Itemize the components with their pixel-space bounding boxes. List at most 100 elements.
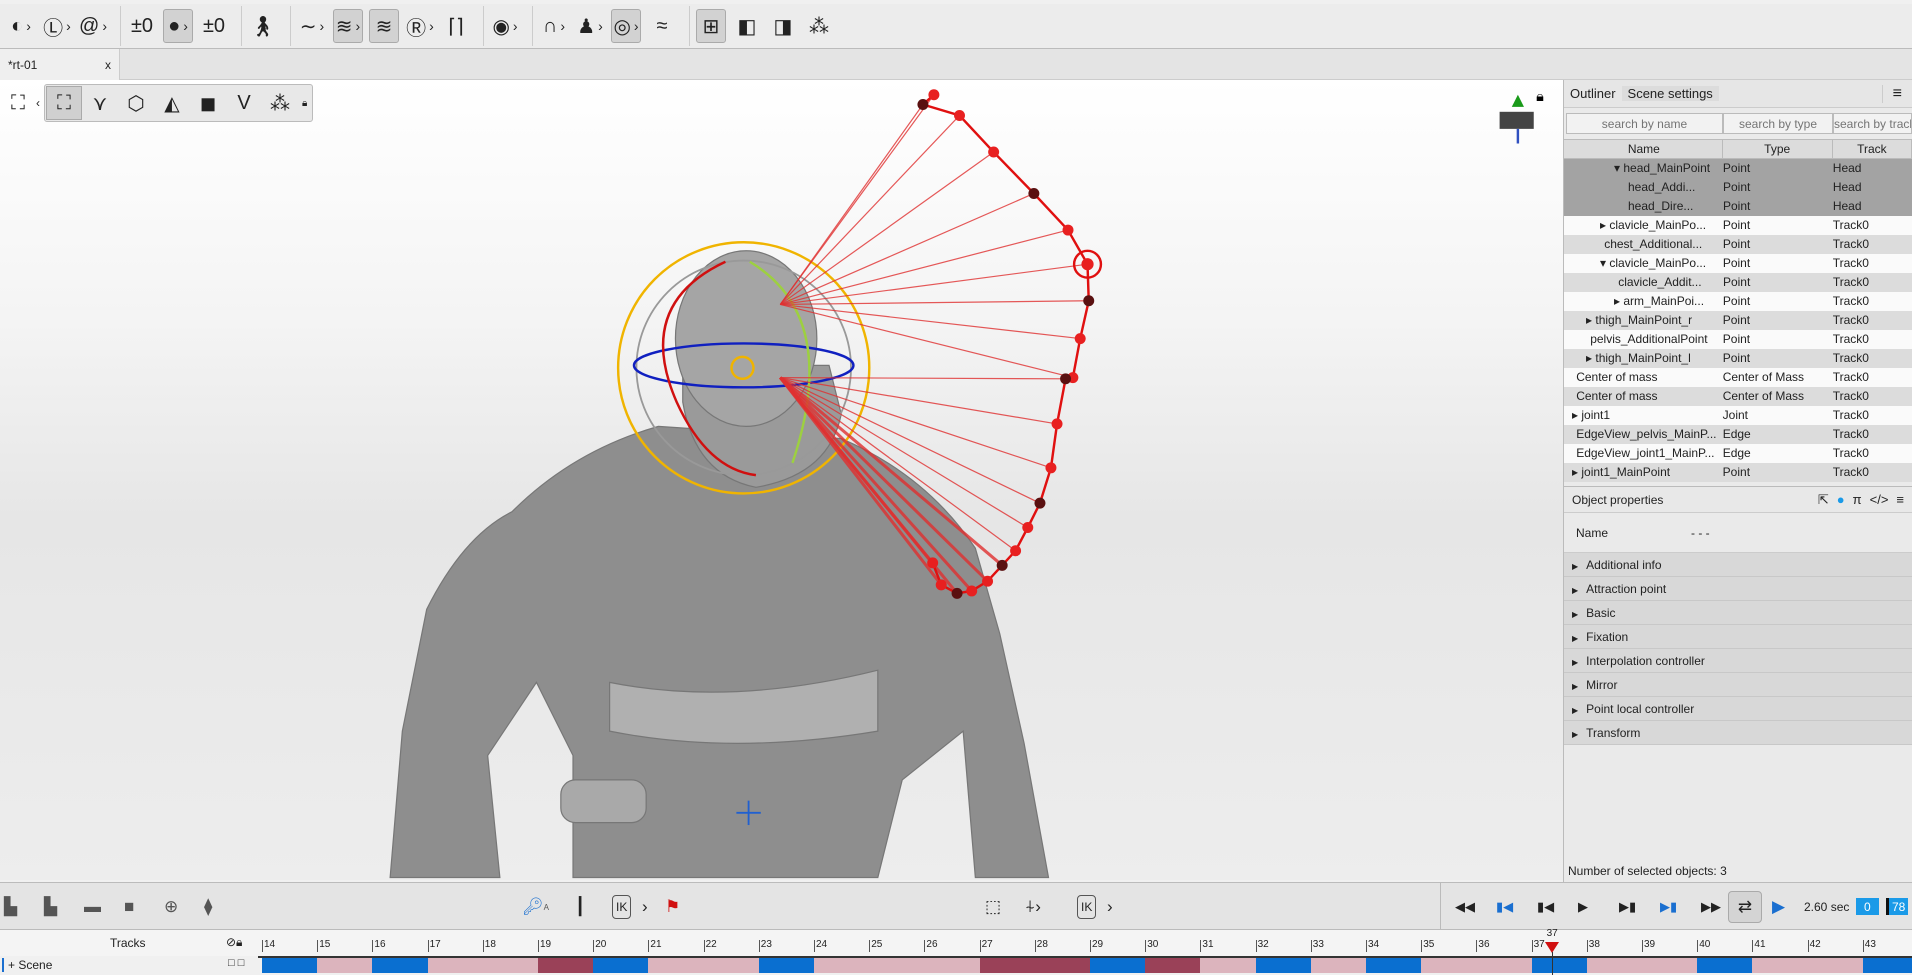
search-by-type-input[interactable] — [1723, 113, 1833, 134]
section-transform[interactable]: ▶ Transform — [1564, 721, 1912, 745]
wave-pen-button[interactable]: ≋ — [369, 9, 399, 43]
v-icon[interactable]: V — [226, 86, 262, 120]
keyframe-segment[interactable] — [1310, 958, 1366, 973]
keyframe-segment[interactable] — [1586, 958, 1642, 973]
close-icon[interactable]: x — [105, 58, 111, 72]
ik-button-2[interactable]: IK — [1077, 895, 1097, 919]
lock-icon[interactable]: 🔒︎ — [298, 98, 311, 109]
keyframe-segment[interactable] — [1255, 958, 1311, 973]
column-track[interactable]: Track — [1833, 140, 1912, 158]
keyframe-segment[interactable] — [1090, 958, 1146, 973]
scene-track-label[interactable]: + Scene — [2, 958, 52, 972]
keyframe-segment[interactable] — [1200, 958, 1256, 973]
keyframe-segment[interactable] — [1034, 958, 1090, 973]
globe-button[interactable]: ◐ › — [6, 9, 36, 43]
keyframe-segment[interactable] — [1476, 958, 1532, 973]
outliner-row[interactable]: ▸ joint1 Joint Track0 — [1564, 406, 1912, 425]
add-icon[interactable]: ⇱ — [1818, 492, 1829, 508]
keyframe-segment[interactable] — [1366, 958, 1422, 973]
outliner-row[interactable]: ▾ head_MainPoint Point Head — [1564, 159, 1912, 178]
keyframe-segment[interactable] — [538, 958, 594, 973]
column-name[interactable]: Name — [1566, 140, 1723, 158]
chevron-right-icon[interactable]: › — [183, 18, 188, 34]
nodes-p-button[interactable]: ⁂ — [804, 9, 834, 43]
play-icon[interactable]: ▶ — [1578, 895, 1588, 919]
prev-frame-icon[interactable]: ▮◀ — [1537, 895, 1554, 919]
chevron-right-icon[interactable]: › — [634, 18, 639, 34]
outliner-row[interactable]: ▸ clavicle_MainPo... Point Track0 — [1564, 216, 1912, 235]
ik-button[interactable]: IK — [612, 895, 632, 919]
keyframe-segment[interactable] — [593, 958, 649, 973]
curve-tool-icon[interactable]: ⍭› — [1025, 895, 1041, 919]
cube-edge-icon[interactable]: ◭ — [154, 86, 190, 120]
outliner-row[interactable]: ▸ joint1_MainPoint Point Track0 — [1564, 463, 1912, 482]
chevron-left-icon[interactable]: ‹ — [36, 96, 40, 110]
tab-scene-settings[interactable]: Scene settings — [1621, 86, 1719, 101]
local-L-button[interactable]: Ⓛ › — [42, 9, 72, 43]
next-frame-icon[interactable]: ▶▮ — [1619, 895, 1636, 919]
curve-button[interactable]: ∼ › — [297, 9, 327, 43]
fast-forward-icon[interactable]: ▶▶ — [1701, 895, 1721, 919]
arc-add-button[interactable]: ∩ › — [539, 9, 569, 43]
person-button[interactable]: 🚶︎ — [248, 9, 278, 43]
wave-button[interactable]: ≈ — [647, 9, 677, 43]
keyframe-segment[interactable] — [1697, 958, 1753, 973]
menu-icon[interactable]: ≡ — [1881, 84, 1912, 103]
keyframe-segment[interactable] — [427, 958, 483, 973]
search-by-track-input[interactable] — [1833, 113, 1912, 134]
key-icon[interactable]: 🔑︎ A — [522, 895, 549, 919]
chevron-right-icon[interactable]: › — [320, 18, 325, 34]
track-split-icon[interactable]: ⧫ — [204, 895, 212, 919]
keyframe-segment[interactable] — [482, 958, 538, 973]
section-mirror[interactable]: ▶ Mirror — [1564, 673, 1912, 697]
section-attraction-point[interactable]: ▶ Attraction point — [1564, 577, 1912, 601]
chevron-right-icon[interactable]: › — [102, 18, 107, 34]
outliner-row[interactable]: ▸ thigh_MainPoint_l Point Track0 — [1564, 349, 1912, 368]
section-additional-info[interactable]: ▶ Additional info — [1564, 553, 1912, 577]
track-checkboxes[interactable]: □ □ — [228, 957, 244, 969]
chevron-right-icon[interactable]: › — [513, 18, 518, 34]
chevron-right-icon[interactable]: › — [26, 18, 31, 34]
range-end[interactable]: 78 — [1886, 898, 1909, 915]
search-by-name-input[interactable] — [1566, 113, 1723, 134]
last-key-icon[interactable]: ▶▮ — [1660, 895, 1677, 919]
split-key-icon[interactable]: ┃ — [575, 895, 585, 919]
nodes-icon[interactable]: ⁂ — [262, 86, 298, 120]
3d-viewport[interactable]: 🔒︎ — [0, 80, 1563, 880]
outliner-row[interactable]: ▸ thigh_MainPoint_r Point Track0 — [1564, 311, 1912, 330]
range-start[interactable]: 0 — [1856, 898, 1879, 915]
chevron-right-icon[interactable]: › — [642, 895, 648, 919]
keyframe-segment[interactable] — [1862, 958, 1912, 973]
track-add-icon[interactable]: ▙ — [4, 895, 17, 919]
keyframe-segment[interactable] — [979, 958, 1035, 973]
outliner-row[interactable]: EdgeView_joint1_MainP... Edge Track0 — [1564, 444, 1912, 463]
section-point-local-controller[interactable]: ▶ Point local controller — [1564, 697, 1912, 721]
chevron-right-icon[interactable]: › — [598, 18, 603, 34]
keyframe-segment[interactable] — [1807, 958, 1863, 973]
keyframe-segment[interactable] — [814, 958, 870, 973]
keyframe-segment[interactable] — [372, 958, 428, 973]
section-interpolation-controller[interactable]: ▶ Interpolation controller — [1564, 649, 1912, 673]
track-center-icon[interactable]: ⊕ — [164, 895, 178, 919]
column-type[interactable]: Type — [1723, 140, 1833, 158]
chevron-right-icon[interactable]: › — [356, 18, 361, 34]
keyframe-segment[interactable] — [262, 958, 318, 973]
track-remove-icon[interactable]: ▬ — [84, 895, 101, 919]
outliner-row[interactable]: Center of mass Center of Mass Track0 — [1564, 368, 1912, 387]
layer-remove-button[interactable]: ◨ — [768, 9, 798, 43]
cube-wire-icon[interactable]: ⬡ — [118, 86, 154, 120]
frame-icon[interactable]: ⛶ — [46, 86, 82, 120]
frame-icon[interactable]: ⛶ — [0, 86, 36, 120]
keyframe-segment[interactable] — [1421, 958, 1477, 973]
figure-button[interactable]: ♟ › — [575, 9, 605, 43]
keyframe-segment[interactable] — [924, 958, 980, 973]
outliner-row[interactable]: clavicle_Addit... Point Track0 — [1564, 273, 1912, 292]
wave-lock-button[interactable]: ≋ › — [333, 9, 363, 43]
keyframe-segment[interactable] — [1531, 958, 1587, 973]
chevron-right-icon[interactable]: › — [560, 18, 565, 34]
pi-icon[interactable]: π — [1853, 492, 1862, 508]
bracket-button[interactable]: ⌈⌉ — [441, 9, 471, 43]
play-key-icon[interactable]: ▶ — [1772, 895, 1785, 919]
color-drop-icon[interactable]: ● — [1837, 492, 1845, 508]
track-solid-icon[interactable]: ■ — [124, 895, 134, 919]
